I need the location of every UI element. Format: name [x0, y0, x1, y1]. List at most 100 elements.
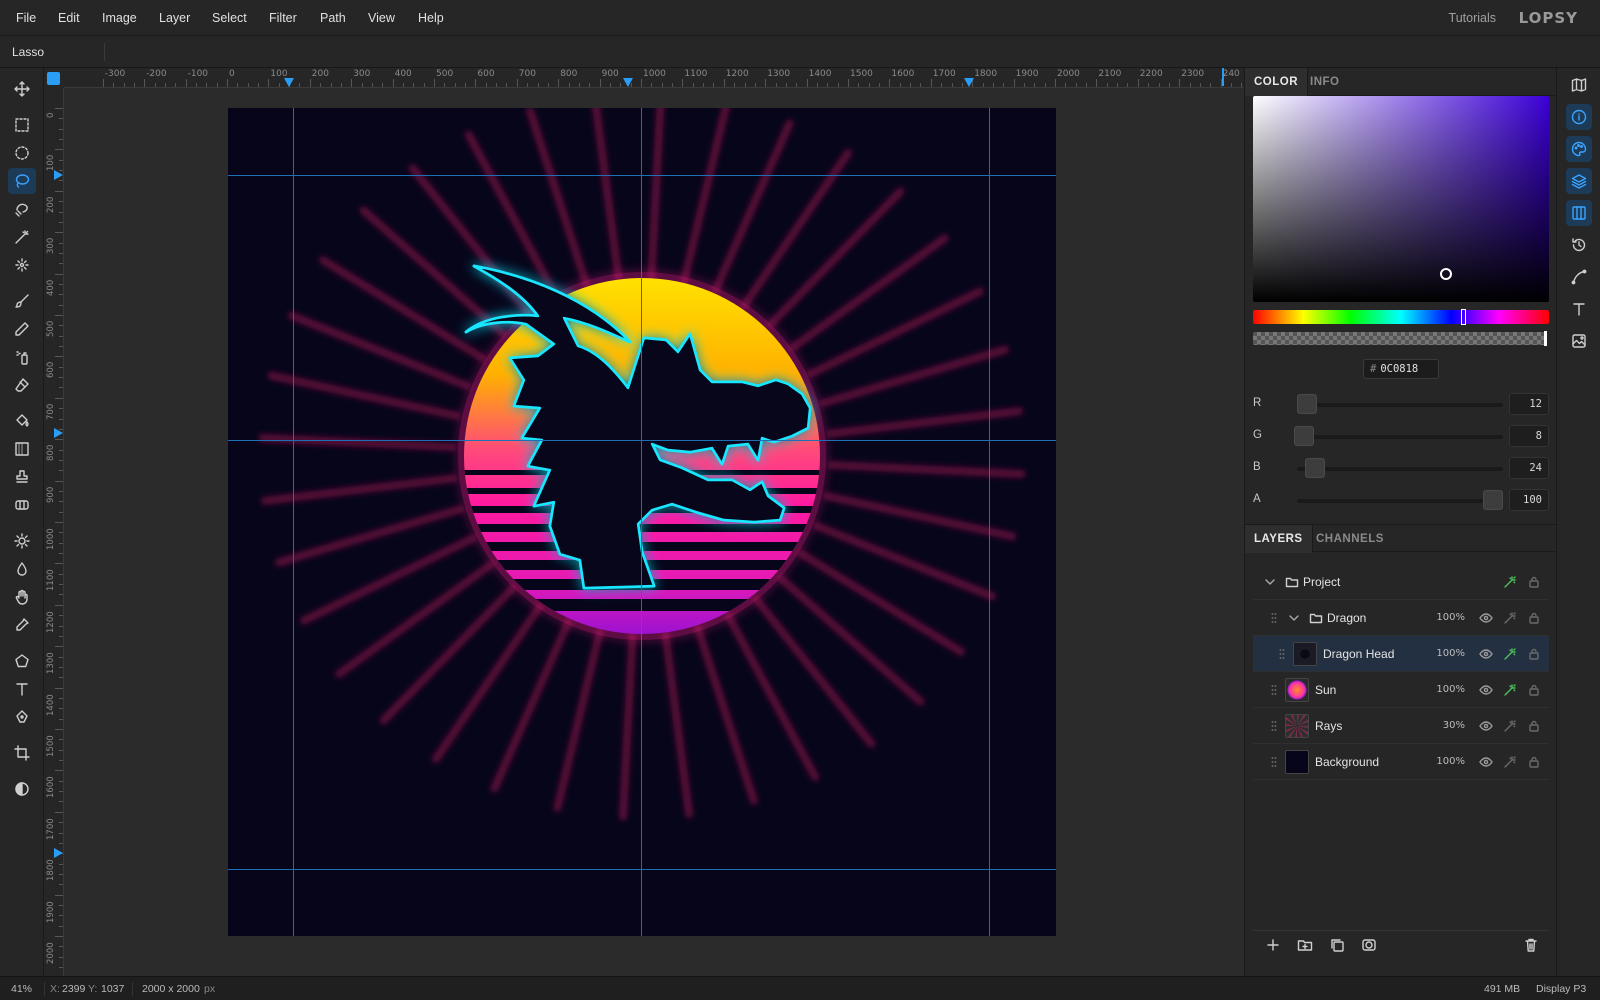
chevron-down-icon[interactable]	[1263, 575, 1277, 589]
channel-slider[interactable]	[1297, 394, 1503, 414]
guide-marker[interactable]	[623, 78, 633, 87]
layer-row-dragon-head[interactable]: Dragon Head 100%	[1253, 636, 1549, 672]
heal-tool-icon[interactable]	[8, 492, 36, 518]
layer-row-background[interactable]: Background 100%	[1253, 744, 1549, 780]
drag-handle-icon[interactable]	[1271, 684, 1277, 696]
guide-vertical[interactable]	[989, 108, 990, 936]
canvas-workspace[interactable]	[64, 88, 1244, 976]
duplicate-layer-icon[interactable]	[1329, 937, 1347, 955]
menu-layer[interactable]: Layer	[159, 0, 190, 36]
map-icon[interactable]	[1566, 72, 1592, 98]
lasso-tool-icon[interactable]	[8, 168, 36, 194]
guide-marker[interactable]	[54, 848, 63, 858]
effects-icon[interactable]	[1503, 575, 1517, 589]
guide-horizontal[interactable]	[228, 869, 1056, 870]
gradient-tool-icon[interactable]	[8, 436, 36, 462]
magnetic-lasso-tool-icon[interactable]	[8, 196, 36, 222]
menu-filter[interactable]: Filter	[269, 0, 297, 36]
tab-channels[interactable]: CHANNELS	[1307, 525, 1393, 553]
eraser-tool-icon[interactable]	[8, 372, 36, 398]
history-icon[interactable]	[1566, 232, 1592, 258]
ruler-origin-icon[interactable]	[47, 72, 60, 85]
stamp-tool-icon[interactable]	[8, 464, 36, 490]
hue-slider-thumb[interactable]	[1461, 309, 1466, 325]
color-picker-cursor[interactable]	[1440, 268, 1452, 280]
contrast-tool-icon[interactable]	[8, 776, 36, 802]
channel-slider-thumb[interactable]	[1305, 458, 1325, 478]
menu-select[interactable]: Select	[212, 0, 247, 36]
color-profile[interactable]: Display P3	[1536, 977, 1586, 1000]
layer-row-project[interactable]: Project	[1253, 564, 1549, 600]
magic-wand-tool-icon[interactable]	[8, 224, 36, 250]
eye-icon[interactable]	[1479, 683, 1493, 697]
effects-icon[interactable]	[1503, 719, 1517, 733]
guide-marker[interactable]	[54, 428, 63, 438]
guide-horizontal[interactable]	[228, 440, 1056, 441]
drag-handle-icon[interactable]	[1271, 756, 1277, 768]
menu-help[interactable]: Help	[418, 0, 444, 36]
crop-tool-icon[interactable]	[8, 740, 36, 766]
eyedropper-tool-icon[interactable]	[8, 612, 36, 638]
info-icon[interactable]	[1566, 104, 1592, 130]
tab-info[interactable]: INFO	[1301, 68, 1348, 96]
artboard[interactable]	[228, 108, 1056, 936]
pencil-tool-icon[interactable]	[8, 316, 36, 342]
alpha-slider[interactable]	[1253, 331, 1547, 346]
tab-color[interactable]: COLOR	[1245, 68, 1309, 96]
move-tool-icon[interactable]	[8, 76, 36, 102]
lock-icon[interactable]	[1527, 719, 1541, 733]
quick-select-tool-icon[interactable]	[8, 252, 36, 278]
effects-icon[interactable]	[1503, 683, 1517, 697]
layer-mask-icon[interactable]	[1361, 937, 1379, 955]
channel-slider[interactable]	[1297, 490, 1503, 510]
menu-file[interactable]: File	[16, 0, 36, 36]
guide-marker[interactable]	[54, 170, 63, 180]
menu-image[interactable]: Image	[102, 0, 137, 36]
lock-icon[interactable]	[1527, 755, 1541, 769]
effects-icon[interactable]	[1503, 647, 1517, 661]
lock-icon[interactable]	[1527, 647, 1541, 661]
channel-slider-thumb[interactable]	[1483, 490, 1503, 510]
pen-tool-icon[interactable]	[8, 704, 36, 730]
hue-slider[interactable]	[1253, 309, 1549, 325]
tab-layers[interactable]: LAYERS	[1245, 525, 1313, 553]
alpha-slider-thumb[interactable]	[1544, 331, 1547, 346]
channel-value-input[interactable]: 12	[1509, 393, 1549, 415]
character-icon[interactable]	[1566, 296, 1592, 322]
eye-icon[interactable]	[1479, 755, 1493, 769]
saturation-value-picker[interactable]	[1253, 96, 1549, 302]
add-layer-icon[interactable]	[1265, 937, 1283, 955]
effects-icon[interactable]	[1503, 611, 1517, 625]
guide-vertical[interactable]	[641, 108, 642, 936]
channel-slider[interactable]	[1294, 426, 1503, 446]
blur-tool-icon[interactable]	[8, 556, 36, 582]
chevron-down-icon[interactable]	[1287, 611, 1301, 625]
ellipse-select-tool-icon[interactable]	[8, 140, 36, 166]
hex-input[interactable]: #0C0818	[1363, 359, 1439, 379]
effects-icon[interactable]	[1503, 755, 1517, 769]
polygon-tool-icon[interactable]	[8, 648, 36, 674]
drag-handle-icon[interactable]	[1271, 612, 1277, 624]
guide-marker[interactable]	[964, 78, 974, 87]
delete-layer-icon[interactable]	[1523, 937, 1541, 955]
menu-view[interactable]: View	[368, 0, 395, 36]
channel-slider[interactable]	[1297, 458, 1503, 478]
channels-icon[interactable]	[1566, 200, 1592, 226]
lock-icon[interactable]	[1527, 683, 1541, 697]
channel-value-input[interactable]: 100	[1509, 489, 1549, 511]
channel-value-input[interactable]: 24	[1509, 457, 1549, 479]
tutorials-link[interactable]: Tutorials	[1449, 0, 1496, 36]
layers-icon[interactable]	[1566, 168, 1592, 194]
lock-icon[interactable]	[1527, 611, 1541, 625]
add-group-icon[interactable]	[1297, 937, 1315, 955]
zoom-level[interactable]: 41%	[11, 977, 32, 1000]
brush-tool-icon[interactable]	[8, 288, 36, 314]
eye-icon[interactable]	[1479, 611, 1493, 625]
paths-icon[interactable]	[1566, 264, 1592, 290]
layer-row-dragon[interactable]: Dragon 100%	[1253, 600, 1549, 636]
eye-icon[interactable]	[1479, 719, 1493, 733]
guide-vertical[interactable]	[293, 108, 294, 936]
horizontal-ruler[interactable]: -300 -200 -100 0 100 200 300 400 500 600 700 800 900…	[64, 68, 1244, 88]
brightness-tool-icon[interactable]	[8, 528, 36, 554]
eye-icon[interactable]	[1479, 647, 1493, 661]
